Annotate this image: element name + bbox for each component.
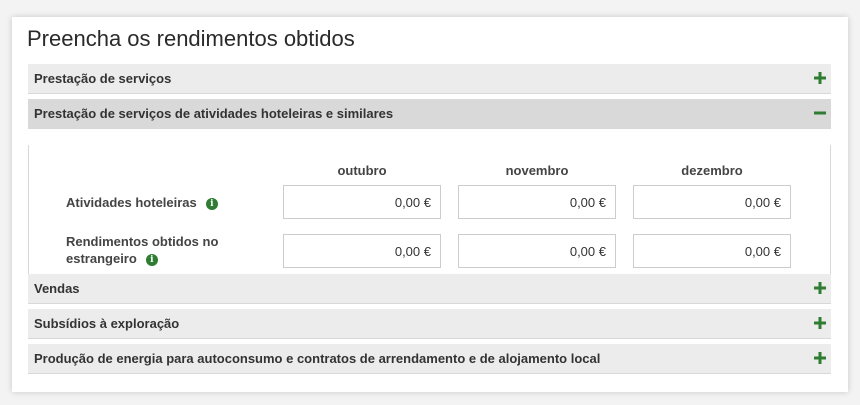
row-label-line1: Rendimentos obtidos no (66, 234, 219, 249)
section-atividades-hoteleiras[interactable]: Prestação de serviços de atividades hote… (28, 99, 831, 129)
plus-icon[interactable] (814, 282, 826, 294)
minus-icon[interactable] (814, 107, 826, 119)
section-producao-energia[interactable]: Produção de energia para autoconsumo e c… (28, 344, 831, 374)
input-rendimentos-estrangeiro-outubro[interactable] (283, 234, 441, 268)
income-card: Preencha os rendimentos obtidos Prestaçã… (12, 17, 848, 392)
row-label-text: Atividades hoteleiras (66, 195, 197, 210)
input-rendimentos-estrangeiro-novembro[interactable] (458, 234, 616, 268)
input-atividades-hoteleiras-outubro[interactable] (283, 185, 441, 219)
page-title: Preencha os rendimentos obtidos (27, 26, 355, 51)
row-label-line2: estrangeiro (66, 251, 137, 266)
plus-icon[interactable] (814, 72, 826, 84)
section-label: Subsídios à exploração (34, 316, 180, 331)
section-vendas[interactable]: Vendas (28, 274, 831, 304)
section-label: Produção de energia para autoconsumo e c… (34, 351, 601, 366)
section-label: Prestação de serviços de atividades hote… (34, 106, 394, 121)
row-label-rendimentos-estrangeiro: Rendimentos obtidos no estrangeiro i (66, 233, 218, 267)
input-atividades-hoteleiras-novembro[interactable] (458, 185, 616, 219)
column-header-novembro: novembro (505, 163, 569, 178)
input-rendimentos-estrangeiro-dezembro[interactable] (633, 234, 791, 268)
plus-icon[interactable] (814, 352, 826, 364)
section-label: Vendas (34, 281, 80, 296)
plus-icon[interactable] (814, 317, 826, 329)
info-icon[interactable]: i (145, 254, 158, 266)
input-atividades-hoteleiras-dezembro[interactable] (633, 185, 791, 219)
row-label-atividades-hoteleiras: Atividades hoteleiras i (66, 194, 218, 211)
section-subsidios-exploracao[interactable]: Subsídios à exploração (28, 309, 831, 339)
section-prestacao-servicos[interactable]: Prestação de serviços (28, 64, 831, 94)
section-label: Prestação de serviços (34, 71, 172, 86)
info-icon[interactable]: i (205, 198, 218, 210)
column-header-dezembro: dezembro (681, 163, 743, 178)
section-panel-atividades-hoteleiras: outubro novembro dezembro Atividades hot… (28, 145, 831, 286)
column-header-outubro: outubro (337, 163, 387, 178)
